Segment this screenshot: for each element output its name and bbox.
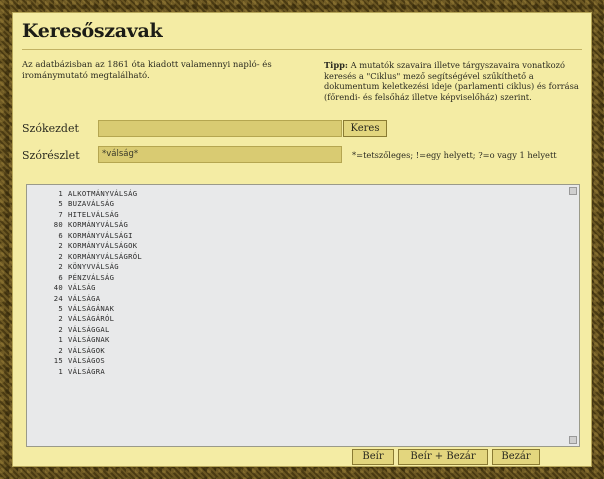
insert-close-button[interactable]: Beír + Bezár	[398, 449, 488, 465]
wildcard-hint: *=tetszőleges; !=egy helyett; ?=o vagy 1…	[352, 150, 557, 160]
result-word: VÁLSÁGOK	[68, 345, 106, 355]
tip-label: Tipp:	[324, 60, 348, 70]
scroll-down-button[interactable]	[569, 436, 577, 444]
results-list[interactable]: 1 ALKOTMÁNYVÁLSÁG 5 BUZAVÁLSÁG 7 HITELVÁLSÁG 8…	[26, 184, 580, 447]
result-item[interactable]: 1 ALKOTMÁNYVÁLSÁG	[41, 189, 579, 199]
result-item[interactable]: 80 KORMÁNYVÁLSÁG	[41, 220, 579, 230]
result-count: 2	[58, 251, 63, 261]
result-item[interactable]: 24 VÁLSÁGA	[41, 294, 579, 304]
database-description: Az adatbázisban az 1861 óta kiadott vala…	[22, 60, 272, 81]
result-word: VÁLSÁGNAK	[68, 335, 110, 345]
result-count: 80	[53, 220, 63, 230]
result-word: VÁLSÁGÁRÓL	[68, 314, 115, 324]
result-item[interactable]: 6 KORMÁNYVÁLSÁGI	[41, 231, 579, 241]
result-word: VÁLSÁG	[68, 283, 96, 293]
result-count: 2	[58, 262, 63, 272]
result-item[interactable]: 5 VÁLSÁGÁNAK	[41, 304, 579, 314]
result-item[interactable]: 15 VÁLSÁGOS	[41, 356, 579, 366]
result-count: 6	[58, 272, 63, 282]
result-item[interactable]: 5 BUZAVÁLSÁG	[41, 199, 579, 209]
result-word: BUZAVÁLSÁG	[68, 199, 115, 209]
result-item[interactable]: 2 VÁLSÁGOK	[41, 346, 579, 356]
close-button[interactable]: Bezár	[492, 449, 540, 465]
part-input[interactable]: *válság*	[98, 146, 342, 163]
result-count: 2	[58, 324, 63, 334]
tip-body: A mutatók szavaira illetve tárgyszavaira…	[324, 60, 579, 102]
result-item[interactable]: 2 KORMÁNYVÁLSÁGOK	[41, 241, 579, 251]
search-button[interactable]: Keres	[343, 120, 387, 137]
result-count: 2	[58, 345, 63, 355]
result-word: VÁLSÁGGAL	[68, 324, 110, 334]
prefix-input[interactable]	[98, 120, 342, 137]
result-count: 1	[58, 189, 63, 198]
result-count: 7	[58, 209, 63, 219]
insert-button[interactable]: Beír	[352, 449, 394, 465]
result-word: VÁLSÁGOS	[68, 356, 106, 366]
result-word: KORMÁNYVÁLSÁG	[68, 220, 129, 230]
scroll-up-button[interactable]	[569, 187, 577, 195]
result-item[interactable]: 7 HITELVÁLSÁG	[41, 210, 579, 220]
result-item[interactable]: 6 PÉNZVÁLSÁG	[41, 273, 579, 283]
result-item[interactable]: 2 VÁLSÁGGAL	[41, 325, 579, 335]
title-divider	[22, 49, 582, 50]
tip-text: Tipp: A mutatók szavaira illetve tárgysz…	[324, 60, 590, 102]
result-item[interactable]: 1 VÁLSÁGRA	[41, 367, 579, 377]
result-count: 1	[58, 335, 63, 345]
result-item[interactable]: 2 VÁLSÁGÁRÓL	[41, 314, 579, 324]
result-word: HITELVÁLSÁG	[68, 209, 119, 219]
result-word: KORMÁNYVÁLSÁGRÓL	[68, 251, 143, 261]
result-word: ALKOTMÁNYVÁLSÁG	[68, 189, 138, 198]
result-count: 5	[58, 303, 63, 313]
part-label: Szórészlet	[22, 149, 80, 162]
result-word: VÁLSÁGRA	[68, 366, 106, 376]
result-word: KORMÁNYVÁLSÁGI	[68, 230, 133, 240]
keyword-dialog: Keresőszavak Az adatbázisban az 1861 óta…	[12, 12, 592, 467]
result-item[interactable]: 2 KORMÁNYVÁLSÁGRÓL	[41, 252, 579, 262]
result-count: 15	[53, 356, 63, 366]
result-count: 1	[58, 366, 63, 376]
result-item[interactable]: 40 VÁLSÁG	[41, 283, 579, 293]
result-count: 6	[58, 230, 63, 240]
result-count: 2	[58, 314, 63, 324]
page-title: Keresőszavak	[22, 20, 163, 42]
result-items: 1 ALKOTMÁNYVÁLSÁG 5 BUZAVÁLSÁG 7 HITELVÁLSÁG 8…	[27, 185, 579, 377]
result-word: VÁLSÁGA	[68, 293, 101, 303]
result-word: VÁLSÁGÁNAK	[68, 303, 115, 313]
result-item[interactable]: 1 VÁLSÁGNAK	[41, 335, 579, 345]
result-word: PÉNZVÁLSÁG	[68, 272, 115, 282]
result-count: 24	[53, 293, 63, 303]
prefix-label: Szókezdet	[22, 122, 79, 135]
result-item[interactable]: 2 KÖNYVVÁLSÁG	[41, 262, 579, 272]
result-count: 5	[58, 199, 63, 209]
result-count: 2	[58, 241, 63, 251]
result-count: 40	[53, 283, 63, 293]
result-word: KORMÁNYVÁLSÁGOK	[68, 241, 138, 251]
result-word: KÖNYVVÁLSÁG	[68, 262, 119, 272]
